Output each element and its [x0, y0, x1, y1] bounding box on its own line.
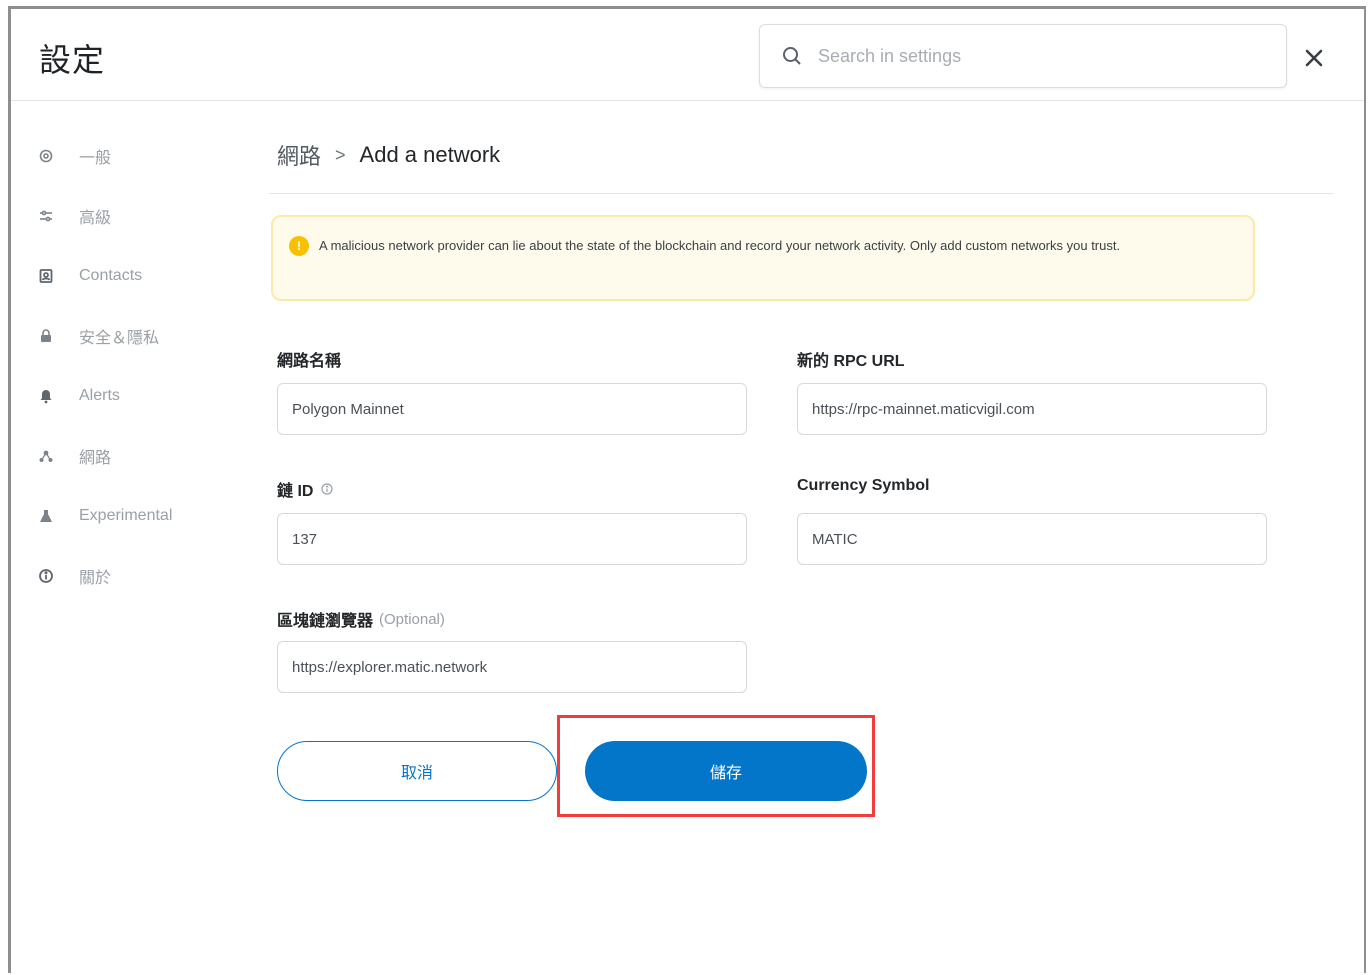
info-icon	[37, 567, 55, 585]
currency-symbol-input[interactable]	[797, 513, 1267, 565]
bell-icon	[37, 387, 55, 405]
explorer-url-label-text: 區塊鏈瀏覽器	[277, 613, 374, 630]
sidebar-item-label: 網路	[79, 450, 112, 467]
chain-id-label: 鏈 ID	[277, 477, 334, 501]
currency-symbol-label: Currency Symbol	[797, 477, 929, 495]
warning-text: A malicious network provider can lie abo…	[319, 238, 1121, 253]
sidebar-item-label: 高級	[79, 210, 112, 227]
search-box[interactable]	[759, 24, 1287, 88]
sidebar-item-advanced[interactable]: 高級	[37, 201, 111, 231]
network-name-label-text: 網路名稱	[277, 353, 342, 370]
breadcrumb: 網路 > Add a network	[277, 139, 500, 171]
cancel-button[interactable]: 取消	[277, 741, 557, 801]
search-icon	[783, 47, 801, 65]
warning-icon: !	[289, 236, 309, 256]
flask-icon	[37, 507, 55, 525]
explorer-url-input[interactable]	[277, 641, 747, 693]
network-name-label: 網路名稱	[277, 347, 341, 371]
save-button[interactable]: 儲存	[585, 741, 867, 801]
explorer-url-label: 區塊鏈瀏覽器 (Optional)	[277, 607, 445, 631]
settings-window: 設定 一般 高級 Contacts 安全＆隱私 Alerts	[8, 6, 1366, 973]
sidebar-item-security[interactable]: 安全＆隱私	[37, 321, 159, 351]
rpc-url-label: 新的 RPC URL	[797, 347, 905, 371]
rpc-url-label-text: 新的 RPC URL	[797, 353, 905, 370]
network-name-input[interactable]	[277, 383, 747, 435]
settings-sidebar: 一般 高級 Contacts 安全＆隱私 Alerts 網路 Experimen…	[11, 101, 251, 971]
sidebar-item-general[interactable]: 一般	[37, 141, 111, 171]
lock-icon	[37, 327, 55, 345]
breadcrumb-current: Add a network	[359, 142, 501, 167]
sidebar-item-label: 關於	[79, 570, 112, 587]
sidebar-item-label: Contacts	[79, 267, 143, 284]
search-input[interactable]	[818, 45, 1258, 67]
rpc-url-input[interactable]	[797, 383, 1267, 435]
close-icon[interactable]	[1303, 47, 1325, 69]
optional-tag: (Optional)	[379, 610, 445, 628]
chain-id-label-text: 鏈 ID	[277, 483, 314, 500]
sidebar-item-label: 一般	[79, 150, 112, 167]
sidebar-item-label: 安全＆隱私	[79, 330, 160, 347]
sidebar-item-experimental[interactable]: Experimental	[37, 501, 172, 531]
network-icon	[37, 447, 55, 465]
sidebar-item-contacts[interactable]: Contacts	[37, 261, 142, 291]
sidebar-item-about[interactable]: 關於	[37, 561, 111, 591]
sidebar-item-label: Experimental	[79, 507, 173, 524]
sidebar-item-networks[interactable]: 網路	[37, 441, 111, 471]
chain-id-input[interactable]	[277, 513, 747, 565]
sidebar-item-alerts[interactable]: Alerts	[37, 381, 120, 411]
page-title: 設定	[39, 41, 106, 79]
gear-icon	[37, 147, 55, 165]
breadcrumb-separator: >	[335, 144, 346, 165]
sliders-icon	[37, 207, 55, 225]
sidebar-item-label: Alerts	[79, 387, 120, 404]
warning-banner: ! A malicious network provider can lie a…	[271, 215, 1255, 301]
settings-header: 設定	[11, 9, 1364, 101]
content-divider	[269, 193, 1333, 194]
breadcrumb-parent[interactable]: 網路	[277, 139, 321, 171]
info-icon[interactable]	[321, 483, 334, 495]
contacts-icon	[37, 267, 55, 285]
currency-symbol-label-text: Currency Symbol	[797, 477, 930, 494]
